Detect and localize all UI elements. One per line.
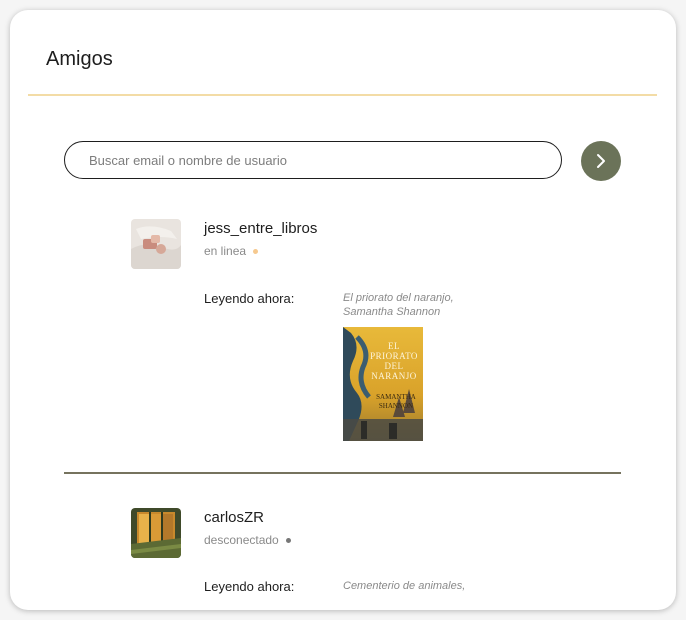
book-cover[interactable]: EL PRIORATO DEL NARANJO SAMANTHA SHANNON	[343, 327, 423, 441]
status-text: en linea	[204, 244, 247, 258]
friend-status: desconectado	[204, 533, 291, 547]
friends-card: Amigos jess_entre_libros en linea Leyend…	[10, 10, 676, 610]
status-text: desconectado	[204, 533, 279, 547]
avatar[interactable]	[131, 219, 181, 269]
avatar[interactable]	[131, 508, 181, 558]
search-input[interactable]	[64, 141, 562, 179]
friend-divider	[64, 472, 621, 474]
friend-status: en linea	[204, 244, 259, 258]
offline-status-dot	[285, 537, 291, 543]
reading-now-label: Leyendo ahora:	[204, 579, 295, 594]
book-author-text: Samantha Shannon	[343, 306, 441, 318]
page-title: Amigos	[46, 48, 113, 70]
cover-author: SAMANTHA SHANNON	[376, 393, 416, 410]
friend-username[interactable]: jess_entre_libros	[204, 220, 317, 237]
friend-username[interactable]: carlosZR	[204, 509, 264, 526]
online-status-dot	[253, 248, 259, 254]
book-title[interactable]: El priorato del naranjo, Samantha Shanno…	[343, 291, 543, 319]
book-title-text: El priorato del naranjo,	[343, 292, 454, 304]
reading-now-label: Leyendo ahora:	[204, 291, 295, 306]
cover-title: EL PRIORATO DEL NARANJO	[370, 341, 418, 381]
chevron-right-icon	[597, 154, 605, 168]
book-title[interactable]: Cementerio de animales,	[343, 579, 543, 593]
title-divider	[28, 94, 657, 96]
search-submit-button[interactable]	[581, 141, 621, 181]
book-title-text: Cementerio de animales,	[343, 580, 466, 592]
